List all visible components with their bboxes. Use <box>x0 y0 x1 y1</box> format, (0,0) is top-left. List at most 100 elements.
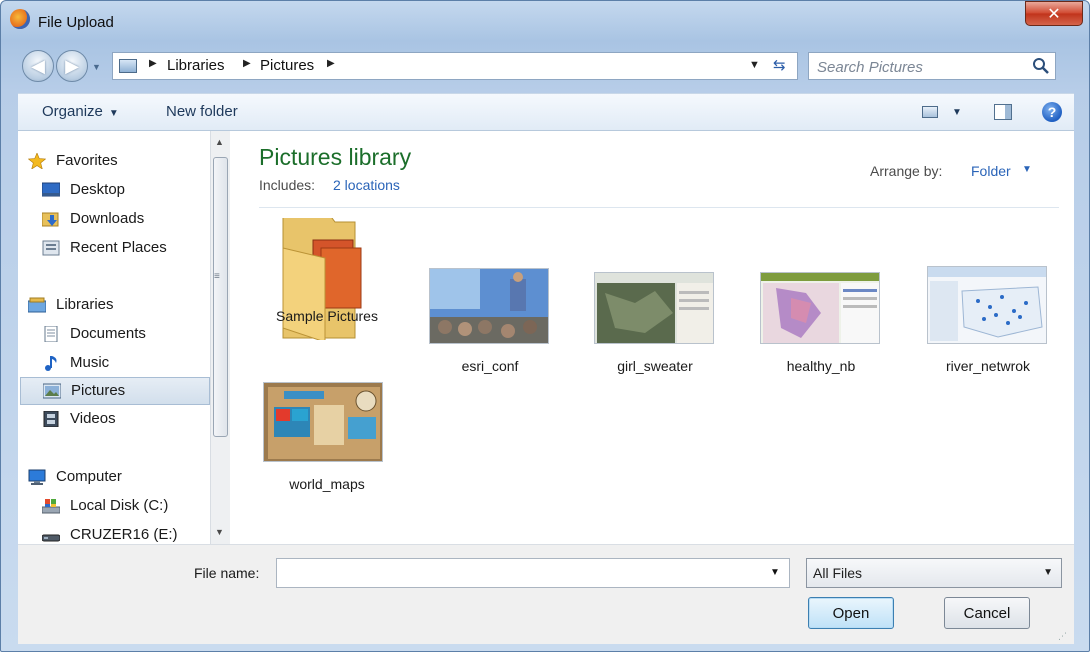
file-list-area: Pictures library Includes: 2 locations A… <box>230 131 1074 544</box>
file-name-label: girl_sweater <box>617 358 693 374</box>
sidebar-item-label: Recent Places <box>70 239 167 256</box>
forward-arrow-icon: ▶ <box>65 55 79 76</box>
sidebar-item-label: Videos <box>70 410 116 427</box>
address-bar[interactable]: ▶ Libraries ▶ Pictures ▶ ▼ ⇆ <box>112 52 798 80</box>
documents-icon <box>44 326 58 342</box>
recent-places-icon <box>42 240 60 256</box>
change-view-icon[interactable] <box>922 106 938 118</box>
recent-pages-dropdown-icon[interactable]: ▼ <box>92 62 104 72</box>
chevron-down-icon: ▼ <box>1043 567 1053 578</box>
refresh-icon[interactable]: ⇆ <box>773 56 786 74</box>
header-divider <box>259 207 1059 208</box>
scrollbar-thumb[interactable] <box>213 157 228 437</box>
sidebar-group-libraries[interactable]: Libraries <box>18 291 210 319</box>
sidebar-item-documents[interactable]: Documents <box>18 320 210 348</box>
title-bar: File Upload ✕ <box>0 0 1090 42</box>
arrange-by-dropdown[interactable]: Folder <box>971 163 1011 179</box>
breadcrumb-pictures[interactable]: Pictures <box>260 57 314 74</box>
file-item-esri-conf[interactable]: esri_conf <box>422 268 552 392</box>
forward-button[interactable]: ▶ <box>56 50 88 82</box>
desktop-icon <box>42 182 60 197</box>
close-icon: ✕ <box>1047 5 1061 23</box>
file-item-healthy-nb[interactable]: healthy_nb <box>753 272 883 396</box>
map-thumbnail-icon <box>928 267 1046 343</box>
image-thumbnail <box>927 266 1047 344</box>
cancel-button[interactable]: Cancel <box>944 597 1030 629</box>
organize-button[interactable]: Organize ▼ <box>42 103 119 120</box>
search-box[interactable] <box>808 52 1056 80</box>
address-dropdown-icon[interactable]: ▼ <box>749 59 760 71</box>
view-options-dropdown-icon[interactable]: ▼ <box>952 107 962 118</box>
scrollbar-grip-icon: ≡ <box>214 271 220 282</box>
pictures-icon <box>43 383 61 399</box>
chevron-down-icon[interactable]: ▼ <box>1022 164 1032 175</box>
window-title: File Upload <box>38 14 114 31</box>
file-item-girl-sweater[interactable]: girl_sweater <box>587 272 717 396</box>
includes-locations-link[interactable]: 2 locations <box>333 177 400 193</box>
back-arrow-icon: ◀ <box>31 55 45 76</box>
file-name-label: river_netwrok <box>945 358 1031 374</box>
computer-icon <box>28 469 46 485</box>
sidebar-item-recent-places[interactable]: Recent Places <box>18 234 210 262</box>
organize-label: Organize <box>42 103 103 120</box>
file-item-world-maps[interactable]: world_maps <box>259 382 389 506</box>
library-title: Pictures library <box>259 144 412 170</box>
sidebar-item-label: Documents <box>70 325 146 342</box>
sidebar-item-cruzer16[interactable]: CRUZER16 (E:) <box>18 521 210 544</box>
file-item-sample-pictures[interactable]: Sample Pictures <box>259 218 389 342</box>
photo-thumbnail-icon <box>430 269 548 343</box>
firefox-icon <box>10 9 30 29</box>
chevron-right-icon[interactable]: ▶ <box>327 58 335 69</box>
sidebar-group-computer[interactable]: Computer <box>18 463 210 491</box>
chevron-right-icon[interactable]: ▶ <box>149 58 157 69</box>
search-input[interactable] <box>815 56 1029 78</box>
file-name-label: Sample Pictures <box>276 308 378 324</box>
sidebar-item-label: Pictures <box>71 382 126 399</box>
sidebar-item-label: Desktop <box>70 181 126 198</box>
sidebar-group-favorites[interactable]: Favorites <box>18 147 210 175</box>
chevron-down-icon: ▼ <box>108 108 119 119</box>
open-button[interactable]: Open <box>808 597 894 629</box>
file-item-river-netwrok[interactable]: river_netwrok <box>920 266 1050 390</box>
file-name-dropdown-icon[interactable]: ▼ <box>770 567 780 578</box>
file-name-input[interactable] <box>276 558 790 588</box>
file-selection-bar: File name: ▼ All Files ▼ Open Cancel ⋰ <box>18 544 1074 644</box>
sidebar-item-desktop[interactable]: Desktop <box>18 176 210 204</box>
map-thumbnail-icon <box>264 383 382 461</box>
sidebar-group-label: Favorites <box>56 152 118 169</box>
sidebar-item-label: Downloads <box>70 210 145 227</box>
new-folder-button[interactable]: New folder <box>166 103 238 120</box>
sidebar-item-downloads[interactable]: Downloads <box>18 205 210 233</box>
search-icon[interactable] <box>1031 56 1051 76</box>
local-disk-icon <box>42 499 60 514</box>
sidebar-group-label: Computer <box>56 468 122 485</box>
help-icon[interactable]: ? <box>1042 102 1062 122</box>
usb-drive-icon <box>42 534 60 542</box>
back-button[interactable]: ◀ <box>22 50 54 82</box>
command-toolbar: Organize ▼ New folder ▼ ? <box>18 93 1074 131</box>
image-thumbnail <box>594 272 714 344</box>
pictures-library-icon <box>119 59 137 73</box>
resize-grip-icon[interactable]: ⋰ <box>1058 631 1067 642</box>
sidebar-item-local-disk[interactable]: Local Disk (C:) <box>18 492 210 520</box>
chevron-right-icon[interactable]: ▶ <box>243 58 251 69</box>
arrange-by-label: Arrange by: <box>870 163 943 179</box>
preview-pane-icon[interactable] <box>994 104 1012 120</box>
libraries-icon <box>28 297 46 313</box>
sidebar-item-label: Music <box>70 354 110 371</box>
file-type-value: All Files <box>813 565 863 581</box>
scroll-down-icon[interactable]: ▼ <box>215 527 224 537</box>
file-name-label: healthy_nb <box>786 358 856 374</box>
downloads-folder-icon <box>42 212 59 227</box>
sidebar-item-pictures[interactable]: Pictures <box>20 377 210 405</box>
navigation-pane-scrollbar[interactable]: ▲ ≡ ▼ <box>210 131 230 544</box>
close-button[interactable]: ✕ <box>1025 1 1083 26</box>
sidebar-item-music[interactable]: Music <box>18 349 210 377</box>
sidebar-item-videos[interactable]: Videos <box>18 405 210 433</box>
file-name-label: File name: <box>194 565 260 581</box>
breadcrumb-libraries[interactable]: Libraries <box>167 57 225 74</box>
music-note-icon <box>45 356 57 371</box>
file-type-select[interactable]: All Files ▼ <box>806 558 1062 588</box>
map-thumbnail-icon <box>595 273 713 343</box>
scroll-up-icon[interactable]: ▲ <box>215 137 224 147</box>
